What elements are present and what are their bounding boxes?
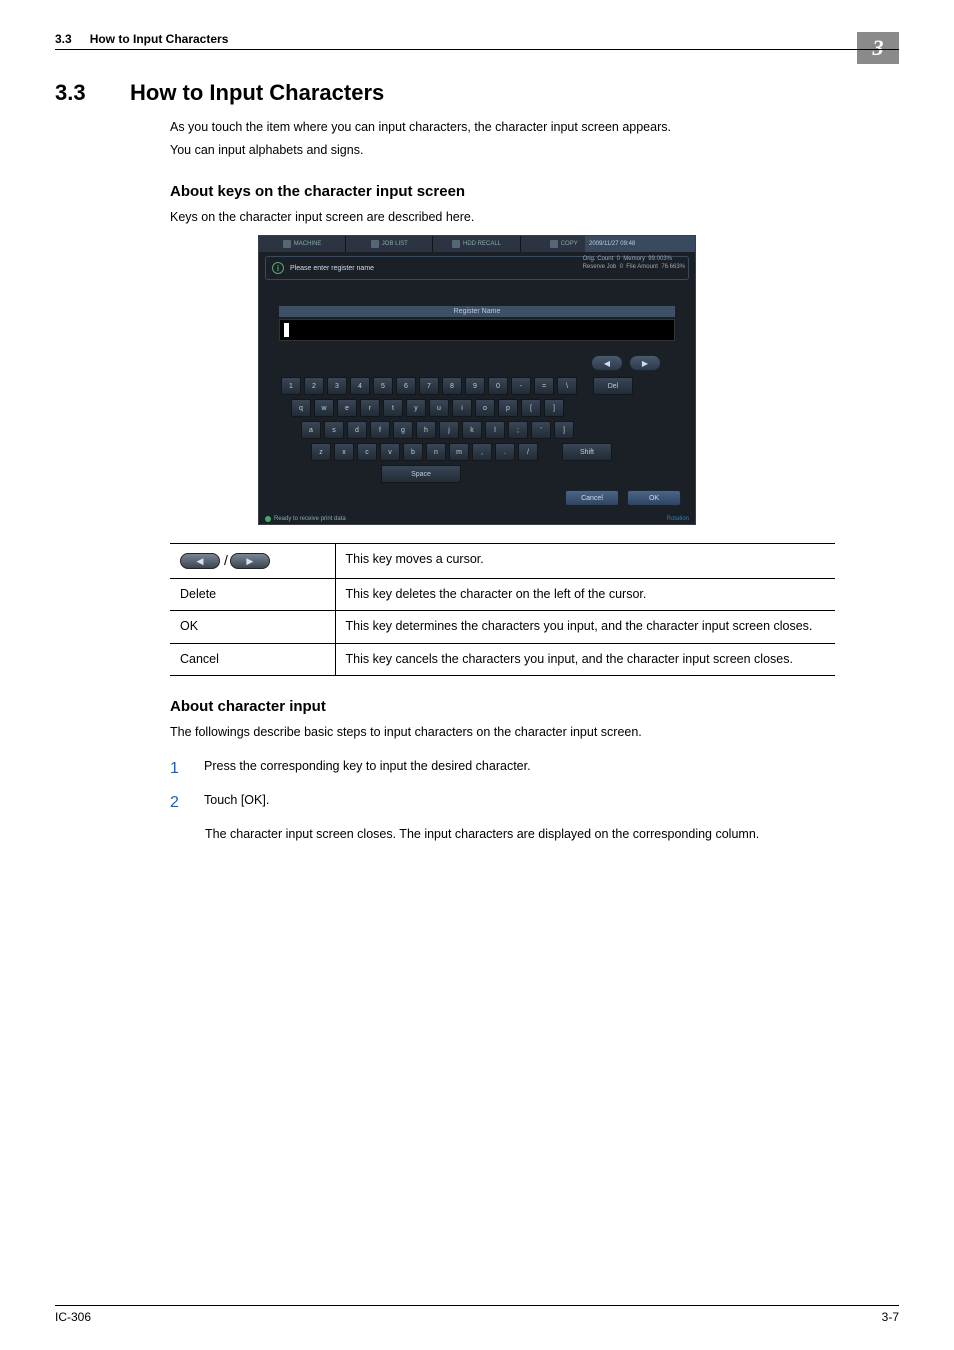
table-cell: Cancel — [170, 643, 335, 676]
table-cell: This key cancels the characters you inpu… — [335, 643, 835, 676]
footer-right: 3-7 — [882, 1310, 899, 1324]
key-description-table: ◀ / ▶ This key moves a cursor. Delete Th… — [170, 543, 835, 676]
chapter-badge: 3 — [857, 32, 899, 64]
ss-tab-joblist: JOB LIST — [346, 236, 433, 252]
table-row: ◀ / ▶ This key moves a cursor. — [170, 544, 835, 579]
ss-space-key: Space — [381, 465, 461, 483]
table-cell: OK — [170, 611, 335, 644]
ss-rotation-label: Rotation — [667, 516, 689, 522]
ss-status-bar: Ready to receive print data — [265, 516, 346, 522]
header-section-title: How to Input Characters — [90, 32, 229, 46]
intro-paragraph-1: As you touch the item where you can inpu… — [170, 118, 899, 137]
ss-cursor-right: ▶ — [629, 355, 661, 371]
ss-tab-machine: MACHINE — [259, 236, 346, 252]
table-row: Delete This key deletes the character on… — [170, 578, 835, 611]
subheading-keys: About keys on the character input screen — [170, 183, 899, 200]
keys-intro: Keys on the character input screen are d… — [170, 208, 899, 227]
ss-clock: 2009/11/27 09:48 — [585, 236, 695, 252]
step-number-1: 1 — [170, 757, 184, 781]
info-icon: i — [272, 262, 284, 274]
step-number-2: 2 — [170, 791, 184, 815]
header-rule — [55, 49, 899, 50]
ss-shift-key: Shift — [562, 443, 612, 461]
ss-del-key: Del — [593, 377, 633, 395]
input-intro: The followings describe basic steps to i… — [170, 723, 899, 742]
table-cell: This key determines the characters you i… — [335, 611, 835, 644]
section-title: How to Input Characters — [130, 80, 384, 106]
right-arrow-icon: ▶ — [230, 553, 270, 569]
left-arrow-icon: ◀ — [180, 553, 220, 569]
ss-cursor-left: ◀ — [591, 355, 623, 371]
footer-left: IC-306 — [55, 1310, 91, 1324]
section-number: 3.3 — [55, 80, 105, 106]
table-cell: This key moves a cursor. — [335, 544, 835, 579]
subheading-input: About character input — [170, 698, 899, 715]
step-2-sub: The character input screen closes. The i… — [205, 825, 899, 844]
step-text-2: Touch [OK]. — [204, 791, 899, 815]
intro-paragraph-2: You can input alphabets and signs. — [170, 141, 899, 160]
character-input-screenshot: MACHINE JOB LIST HDD RECALL COPY SCAN 20… — [258, 235, 696, 525]
ss-ok-button: OK — [627, 490, 681, 506]
ss-text-field — [279, 319, 675, 341]
table-row: OK This key determines the characters yo… — [170, 611, 835, 644]
ss-banner-text: Please enter register name — [290, 265, 374, 272]
ss-tab-hddrecall: HDD RECALL — [433, 236, 520, 252]
footer-rule — [55, 1305, 899, 1306]
table-row: Cancel This key cancels the characters y… — [170, 643, 835, 676]
ss-keyboard: 1234567890-=\Del qwertyuiop[] asdfghjkl;… — [281, 377, 673, 483]
table-cell: This key deletes the character on the le… — [335, 578, 835, 611]
ss-right-stats: Orig. Count 0 Memory 99.003% Reserve Job… — [583, 256, 685, 272]
ss-cancel-button: Cancel — [565, 490, 619, 506]
step-text-1: Press the corresponding key to input the… — [204, 757, 899, 781]
ss-field-label: Register Name — [279, 306, 675, 317]
table-cell: Delete — [170, 578, 335, 611]
header-section-num: 3.3 — [55, 32, 72, 46]
